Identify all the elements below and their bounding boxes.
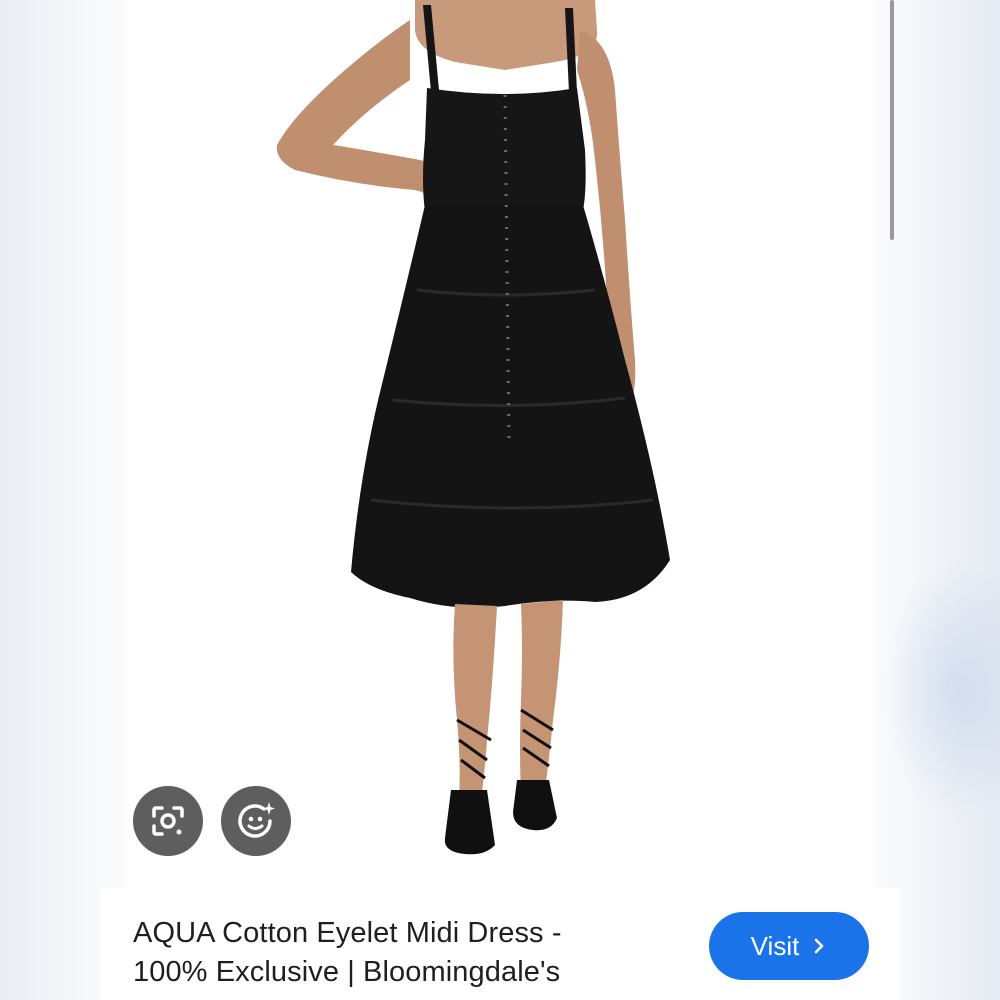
model-right-leg <box>520 600 563 792</box>
product-image-area[interactable] <box>125 0 875 888</box>
enhance-image-button[interactable] <box>221 786 291 856</box>
product-image[interactable] <box>125 0 875 888</box>
google-lens-icon <box>152 806 184 836</box>
scrollbar[interactable] <box>888 0 896 250</box>
product-info-panel: AQUA Cotton Eyelet Midi Dress - 100% Exc… <box>100 888 900 1000</box>
chevron-right-icon <box>815 938 824 954</box>
visit-button[interactable]: Visit <box>709 912 869 980</box>
image-enhance-icon <box>238 802 275 838</box>
product-title-line-1[interactable]: AQUA Cotton Eyelet Midi Dress - <box>133 914 653 953</box>
scrollbar-thumb[interactable] <box>890 0 894 240</box>
left-background-blur <box>0 0 125 1000</box>
right-sandal <box>513 780 557 831</box>
left-sandal <box>444 790 495 855</box>
lens-search-button[interactable] <box>133 786 203 856</box>
visit-button-label: Visit <box>750 931 800 961</box>
product-title[interactable]: AQUA Cotton Eyelet Midi Dress - 100% Exc… <box>133 914 653 992</box>
image-search-result-screen: AQUA Cotton Eyelet Midi Dress - 100% Exc… <box>0 0 1000 1000</box>
product-title-line-2[interactable]: 100% Exclusive | Bloomingdale's <box>133 953 653 992</box>
